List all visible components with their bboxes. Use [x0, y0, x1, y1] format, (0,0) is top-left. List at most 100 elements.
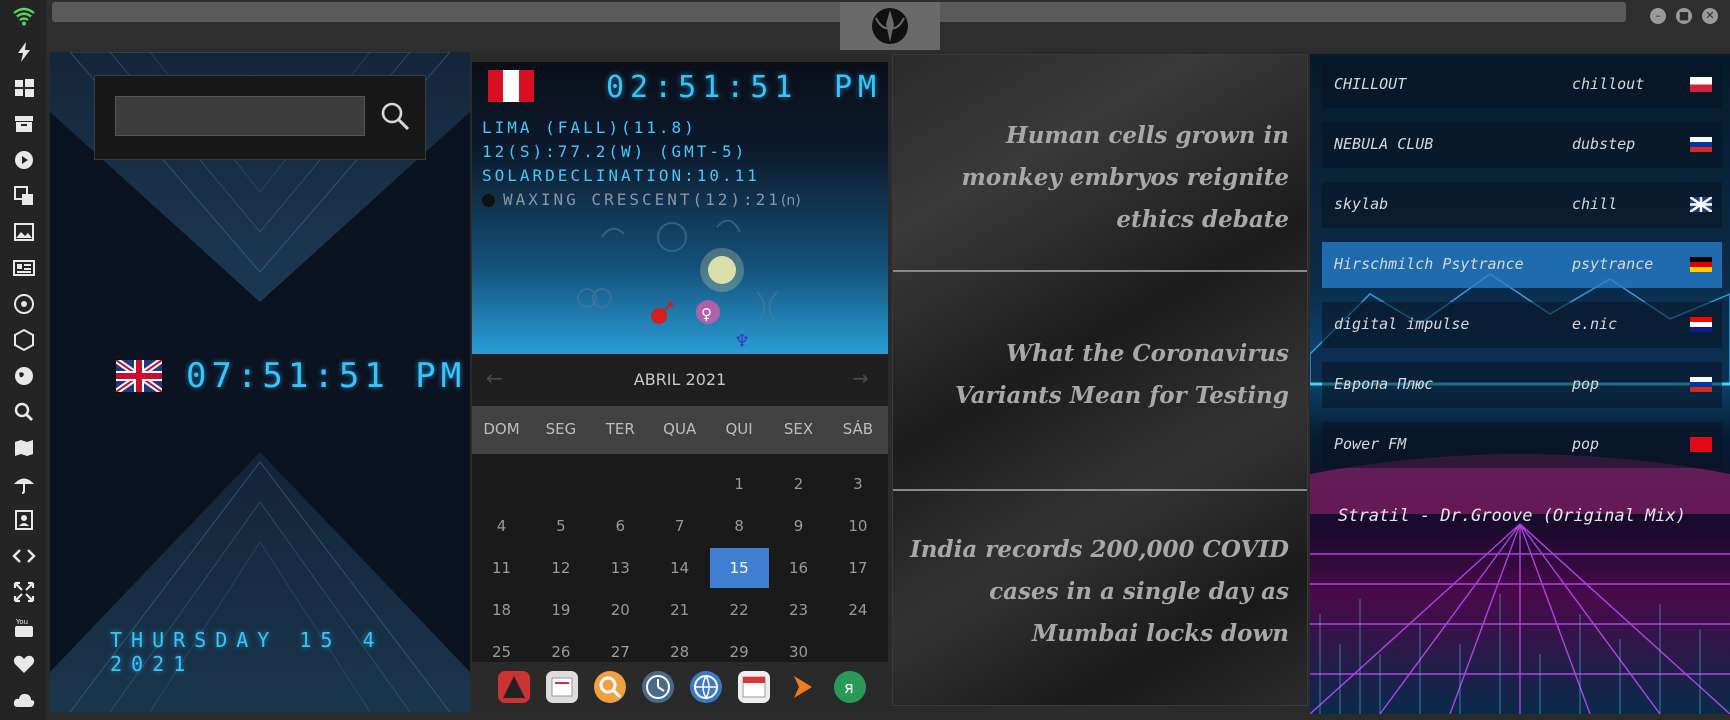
youtube-icon[interactable]: You	[12, 616, 36, 640]
moon-phase: WAXING CRESCENT(12):21(n)	[482, 190, 801, 209]
station-genre: pop	[1572, 435, 1600, 453]
calendar-day[interactable]: 3	[828, 464, 887, 504]
moon-icon	[482, 194, 495, 207]
station-name: NEBULA CLUB	[1334, 135, 1434, 153]
notes-icon[interactable]	[546, 671, 578, 703]
calendar-day[interactable]: 14	[650, 548, 709, 588]
search-input[interactable]	[115, 96, 365, 136]
play-app-icon[interactable]	[786, 671, 818, 703]
world-ampm: PM	[834, 70, 883, 105]
station-row[interactable]: NEBULA CLUB dubstep	[1322, 122, 1722, 168]
calendar-day[interactable]: 8	[710, 506, 769, 546]
launcher-icon[interactable]	[498, 671, 530, 703]
image-icon[interactable]	[12, 220, 36, 244]
station-row[interactable]: skylab chill	[1322, 182, 1722, 228]
calendar-day[interactable]: 18	[472, 590, 531, 630]
yandex-icon[interactable]: я	[834, 671, 866, 703]
wifi-icon[interactable]	[12, 4, 36, 28]
calendar-app-icon[interactable]	[738, 671, 770, 703]
search-app-icon[interactable]	[594, 671, 626, 703]
calendar-day[interactable]: 13	[591, 548, 650, 588]
search-icon[interactable]	[12, 400, 36, 424]
calendar-day[interactable]: 22	[710, 590, 769, 630]
station-row[interactable]: Hirschmilch Psytrance psytrance	[1322, 242, 1722, 288]
calendar-day[interactable]: 1	[710, 464, 769, 504]
station-genre: chillout	[1572, 75, 1645, 93]
weekday-label: SEG	[545, 420, 577, 438]
headline-1[interactable]: Human cells grown in monkey embryos reig…	[909, 115, 1289, 241]
calendar-day[interactable]: 24	[828, 590, 887, 630]
calendar-day[interactable]: 10	[828, 506, 887, 546]
title-drag-bar[interactable]	[52, 2, 1626, 22]
windows-icon[interactable]	[12, 76, 36, 100]
calendar-day[interactable]: 5	[531, 506, 590, 546]
station-row[interactable]: CHILLOUT chillout	[1322, 62, 1722, 108]
expand-icon[interactable]	[12, 580, 36, 604]
moon-suffix: (n)	[780, 193, 801, 209]
solar-declination: SOLARDECLINATION:10.11	[482, 166, 760, 185]
next-month-button[interactable]: →	[852, 366, 869, 390]
headline-3[interactable]: India records 200,000 COVID cases in a s…	[909, 529, 1289, 655]
station-name: Европа Плюс	[1334, 375, 1434, 393]
archive-icon[interactable]	[12, 112, 36, 136]
croatia-flag-icon	[1690, 317, 1712, 332]
station-row[interactable]: digital impulse e.nic	[1322, 302, 1722, 348]
now-playing: Stratil - Dr.Groove (Original Mix)	[1338, 506, 1686, 526]
coords-line: 12(S):77.2(W) (GMT-5)	[482, 142, 748, 161]
calendar-day[interactable]: 16	[769, 548, 828, 588]
calendar-header: ← ABRIL 2021 →	[472, 354, 888, 406]
calendar-month: ABRIL 2021	[633, 370, 727, 389]
calendar-day[interactable]: 20	[591, 590, 650, 630]
close-button[interactable]: ✕	[1702, 8, 1718, 24]
station-row[interactable]: Европа Плюс pop	[1322, 362, 1722, 408]
uk-flag-icon	[1690, 197, 1712, 212]
play-icon[interactable]	[12, 148, 36, 172]
contacts-icon[interactable]	[12, 508, 36, 532]
clock-app-icon[interactable]	[642, 671, 674, 703]
station-name: digital impulse	[1334, 315, 1470, 333]
calendar-day[interactable]: 17	[828, 548, 887, 588]
world-time: 02:51:51	[606, 70, 799, 105]
station-genre: dubstep	[1572, 135, 1636, 153]
app-sidebar: You	[0, 0, 46, 720]
translate-icon[interactable]	[12, 184, 36, 208]
search-icon	[381, 102, 410, 131]
local-date: THURSDAY 15 4 2021	[110, 628, 384, 676]
calendar-day[interactable]: 12	[531, 548, 590, 588]
station-row[interactable]: Power FM pop	[1322, 422, 1722, 468]
window-titlebar: – ■ ✕	[46, 0, 1730, 52]
calendar-day[interactable]: 9	[769, 506, 828, 546]
globe-icon[interactable]	[12, 364, 36, 388]
calendar-day-selected[interactable]: 15	[709, 548, 769, 588]
calendar-day[interactable]: 2	[769, 464, 828, 504]
calendar-day[interactable]: 19	[531, 590, 590, 630]
world-clock-panel: ♀ ♆ 02:51:51 PM LIMA (FALL)(11.8) 12(S):…	[472, 62, 888, 712]
calendar-day[interactable]: 6	[591, 506, 650, 546]
app-dock: я	[472, 662, 888, 712]
code-icon[interactable]	[12, 544, 36, 568]
rebel-alliance-icon[interactable]	[840, 2, 940, 50]
calendar-day[interactable]: 21	[650, 590, 709, 630]
map-icon[interactable]	[12, 436, 36, 460]
station-name: Power FM	[1334, 435, 1407, 453]
weekday-label: QUI	[725, 420, 753, 438]
settings-icon[interactable]	[12, 292, 36, 316]
cloud-icon[interactable]	[12, 688, 36, 712]
hexagon-icon[interactable]	[12, 328, 36, 352]
minimize-button[interactable]: –	[1650, 8, 1666, 24]
heart-icon[interactable]	[12, 652, 36, 676]
umbrella-icon[interactable]	[12, 472, 36, 496]
lightning-icon[interactable]	[12, 40, 36, 64]
weekday-label: SEX	[783, 420, 814, 438]
weekday-label: DOM	[483, 420, 520, 438]
calendar-day[interactable]: 4	[472, 506, 531, 546]
maximize-button[interactable]: ■	[1676, 8, 1692, 24]
calendar-day[interactable]: 7	[650, 506, 709, 546]
calendar-day[interactable]: 23	[769, 590, 828, 630]
calendar-day[interactable]: 11	[472, 548, 531, 588]
poland-flag-icon	[1690, 77, 1712, 92]
browser-icon[interactable]	[690, 671, 722, 703]
headline-2[interactable]: What the Coronavirus Variants Mean for T…	[909, 333, 1289, 417]
news-icon[interactable]	[12, 256, 36, 280]
search-button[interactable]	[377, 98, 413, 134]
